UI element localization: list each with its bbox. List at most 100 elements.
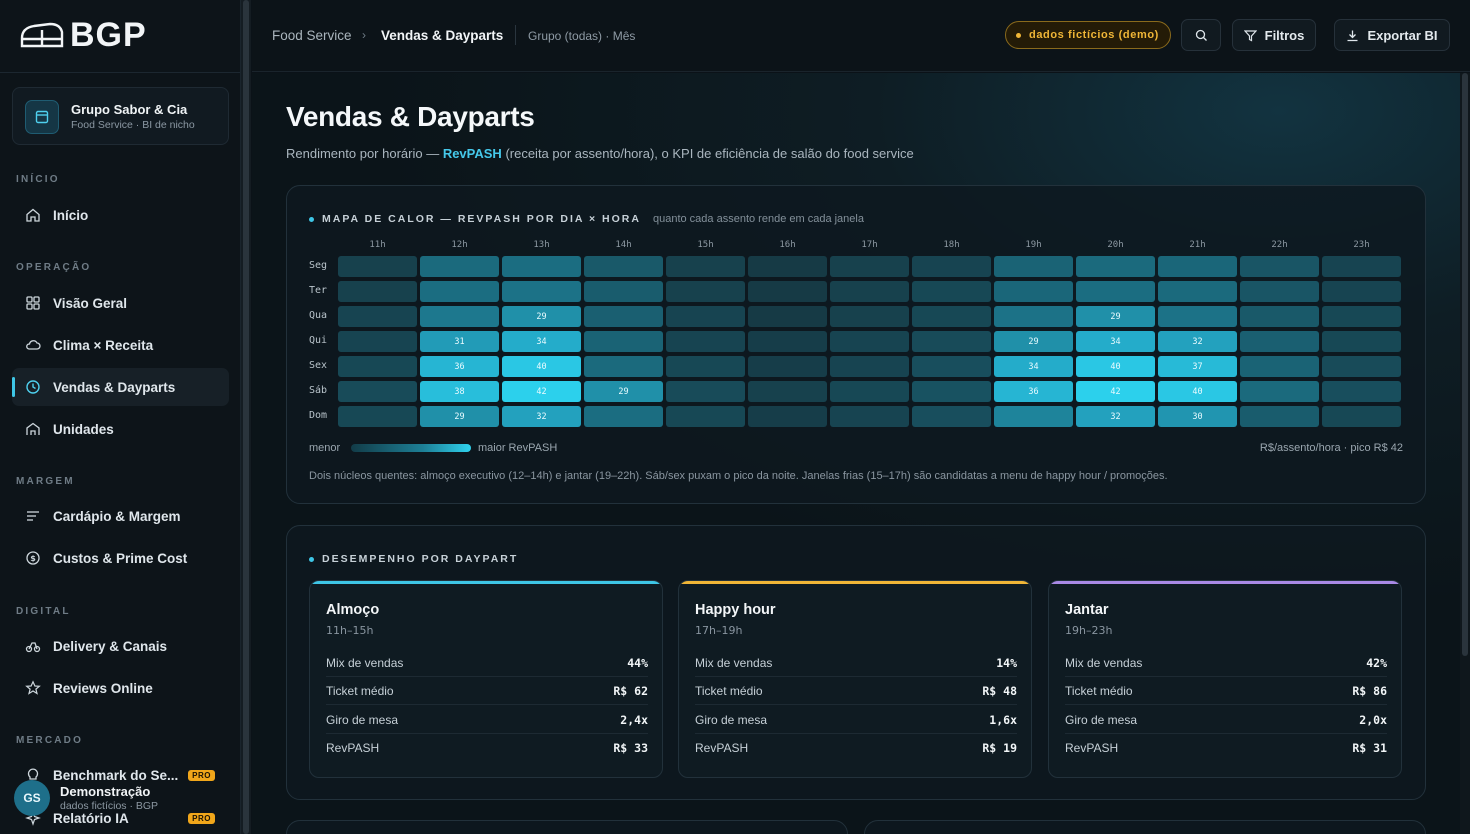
- heatmap-cell[interactable]: [830, 281, 909, 302]
- heatmap-cell[interactable]: [338, 406, 417, 427]
- heatmap-cell[interactable]: [584, 256, 663, 277]
- heatmap-cell[interactable]: [666, 406, 745, 427]
- heatmap-cell[interactable]: [912, 306, 991, 327]
- heatmap-cell[interactable]: 37: [1158, 356, 1237, 377]
- heatmap-cell[interactable]: [1322, 406, 1401, 427]
- heatmap-cell[interactable]: 32: [1158, 331, 1237, 352]
- heatmap-cell[interactable]: [748, 281, 827, 302]
- sidebar-item-unidades[interactable]: Unidades: [12, 410, 229, 448]
- heatmap-cell[interactable]: [748, 256, 827, 277]
- daypart-card-happy-hour[interactable]: Happy hour 17h–19h Mix de vendas 14% Tick…: [678, 580, 1032, 778]
- heatmap-cell[interactable]: [912, 256, 991, 277]
- heatmap-cell[interactable]: 42: [1076, 381, 1155, 402]
- sidebar-item-reviews-online[interactable]: Reviews Online: [12, 669, 229, 707]
- heatmap-cell[interactable]: 29: [584, 381, 663, 402]
- context-selector[interactable]: Grupo (todas) · Mês: [528, 29, 635, 43]
- heatmap-cell[interactable]: [1240, 256, 1319, 277]
- heatmap-cell[interactable]: [912, 281, 991, 302]
- brand-logo[interactable]: BGP: [20, 18, 147, 52]
- heatmap-cell[interactable]: 42: [502, 381, 581, 402]
- heatmap-cell[interactable]: [748, 406, 827, 427]
- filters-button[interactable]: Filtros: [1232, 19, 1316, 51]
- heatmap-cell[interactable]: [830, 406, 909, 427]
- sidebar-item-cardapio-margem[interactable]: Cardápio & Margem: [12, 497, 229, 535]
- heatmap-cell[interactable]: [912, 381, 991, 402]
- heatmap-cell[interactable]: [1322, 256, 1401, 277]
- sidebar-item-delivery-canais[interactable]: Delivery & Canais: [12, 627, 229, 665]
- heatmap-cell[interactable]: [1240, 356, 1319, 377]
- heatmap-cell[interactable]: [1240, 406, 1319, 427]
- heatmap-cell[interactable]: [338, 281, 417, 302]
- sidebar-item-inicio[interactable]: Início: [12, 196, 229, 234]
- export-bi-button[interactable]: Exportar BI: [1334, 19, 1450, 51]
- heatmap-cell[interactable]: [502, 281, 581, 302]
- search-button[interactable]: [1181, 19, 1221, 51]
- heatmap-cell[interactable]: [830, 306, 909, 327]
- heatmap-cell[interactable]: [830, 356, 909, 377]
- heatmap-cell[interactable]: 32: [502, 406, 581, 427]
- sidebar-item-custos-prime-cost[interactable]: $ Custos & Prime Cost: [12, 539, 229, 577]
- heatmap-cell[interactable]: [666, 331, 745, 352]
- heatmap-cell[interactable]: [994, 256, 1073, 277]
- heatmap-cell[interactable]: [748, 356, 827, 377]
- heatmap-cell[interactable]: [830, 381, 909, 402]
- heatmap-cell[interactable]: [1240, 281, 1319, 302]
- scrollbar-thumb[interactable]: [1462, 73, 1468, 656]
- heatmap-cell[interactable]: 34: [502, 331, 581, 352]
- heatmap-cell[interactable]: [338, 256, 417, 277]
- heatmap-cell[interactable]: [420, 256, 499, 277]
- heatmap-cell[interactable]: [1322, 281, 1401, 302]
- heatmap-cell[interactable]: [584, 406, 663, 427]
- heatmap-cell[interactable]: [338, 356, 417, 377]
- heatmap-cell[interactable]: [1240, 381, 1319, 402]
- heatmap-cell[interactable]: [666, 306, 745, 327]
- heatmap-cell[interactable]: [994, 406, 1073, 427]
- heatmap-cell[interactable]: 32: [1076, 406, 1155, 427]
- main-scrollbar[interactable]: [1460, 73, 1470, 834]
- heatmap-cell[interactable]: 30: [1158, 406, 1237, 427]
- heatmap-cell[interactable]: [748, 381, 827, 402]
- heatmap-cell[interactable]: 31: [420, 331, 499, 352]
- heatmap-cell[interactable]: 40: [1158, 381, 1237, 402]
- sidebar-item-clima-receita[interactable]: Clima × Receita: [12, 326, 229, 364]
- heatmap-cell[interactable]: 29: [1076, 306, 1155, 327]
- heatmap-cell[interactable]: 29: [420, 406, 499, 427]
- heatmap-cell[interactable]: 38: [420, 381, 499, 402]
- heatmap-cell[interactable]: [584, 331, 663, 352]
- heatmap-cell[interactable]: [666, 356, 745, 377]
- heatmap-cell[interactable]: [1158, 256, 1237, 277]
- heatmap-cell[interactable]: 29: [994, 331, 1073, 352]
- heatmap-cell[interactable]: [584, 306, 663, 327]
- heatmap-cell[interactable]: [502, 256, 581, 277]
- heatmap-cell[interactable]: 40: [1076, 356, 1155, 377]
- heatmap-cell[interactable]: [912, 406, 991, 427]
- heatmap-cell[interactable]: [1240, 331, 1319, 352]
- breadcrumb-food-service[interactable]: Food Service: [272, 28, 352, 43]
- heatmap-cell[interactable]: 36: [994, 381, 1073, 402]
- heatmap-cell[interactable]: [1322, 356, 1401, 377]
- daypart-card-almoco[interactable]: Almoço 11h–15h Mix de vendas 44% Ticket m…: [309, 580, 663, 778]
- user-menu[interactable]: GS Demonstração dados fictícios · BGP: [12, 778, 229, 818]
- sidebar-item-visao-geral[interactable]: Visão Geral: [12, 284, 229, 322]
- heatmap-cell[interactable]: [994, 281, 1073, 302]
- scrollbar-thumb[interactable]: [243, 0, 249, 834]
- heatmap-cell[interactable]: [338, 331, 417, 352]
- heatmap-cell[interactable]: [1240, 306, 1319, 327]
- heatmap-cell[interactable]: [1076, 256, 1155, 277]
- heatmap-cell[interactable]: [748, 306, 827, 327]
- heatmap-cell[interactable]: [666, 381, 745, 402]
- heatmap-cell[interactable]: [1158, 281, 1237, 302]
- heatmap-cell[interactable]: [912, 356, 991, 377]
- heatmap-cell[interactable]: [584, 356, 663, 377]
- sidebar-item-vendas-dayparts[interactable]: Vendas & Dayparts: [12, 368, 229, 406]
- org-switcher[interactable]: Grupo Sabor & Cia Food Service · BI de n…: [12, 87, 229, 145]
- heatmap-cell[interactable]: [584, 281, 663, 302]
- sidebar-scrollbar[interactable]: [241, 0, 251, 834]
- heatmap-cell[interactable]: [1158, 306, 1237, 327]
- heatmap-cell[interactable]: [420, 306, 499, 327]
- heatmap-cell[interactable]: 34: [994, 356, 1073, 377]
- heatmap-cell[interactable]: [748, 331, 827, 352]
- heatmap-cell[interactable]: [1322, 331, 1401, 352]
- heatmap-cell[interactable]: [1322, 381, 1401, 402]
- heatmap-cell[interactable]: [912, 331, 991, 352]
